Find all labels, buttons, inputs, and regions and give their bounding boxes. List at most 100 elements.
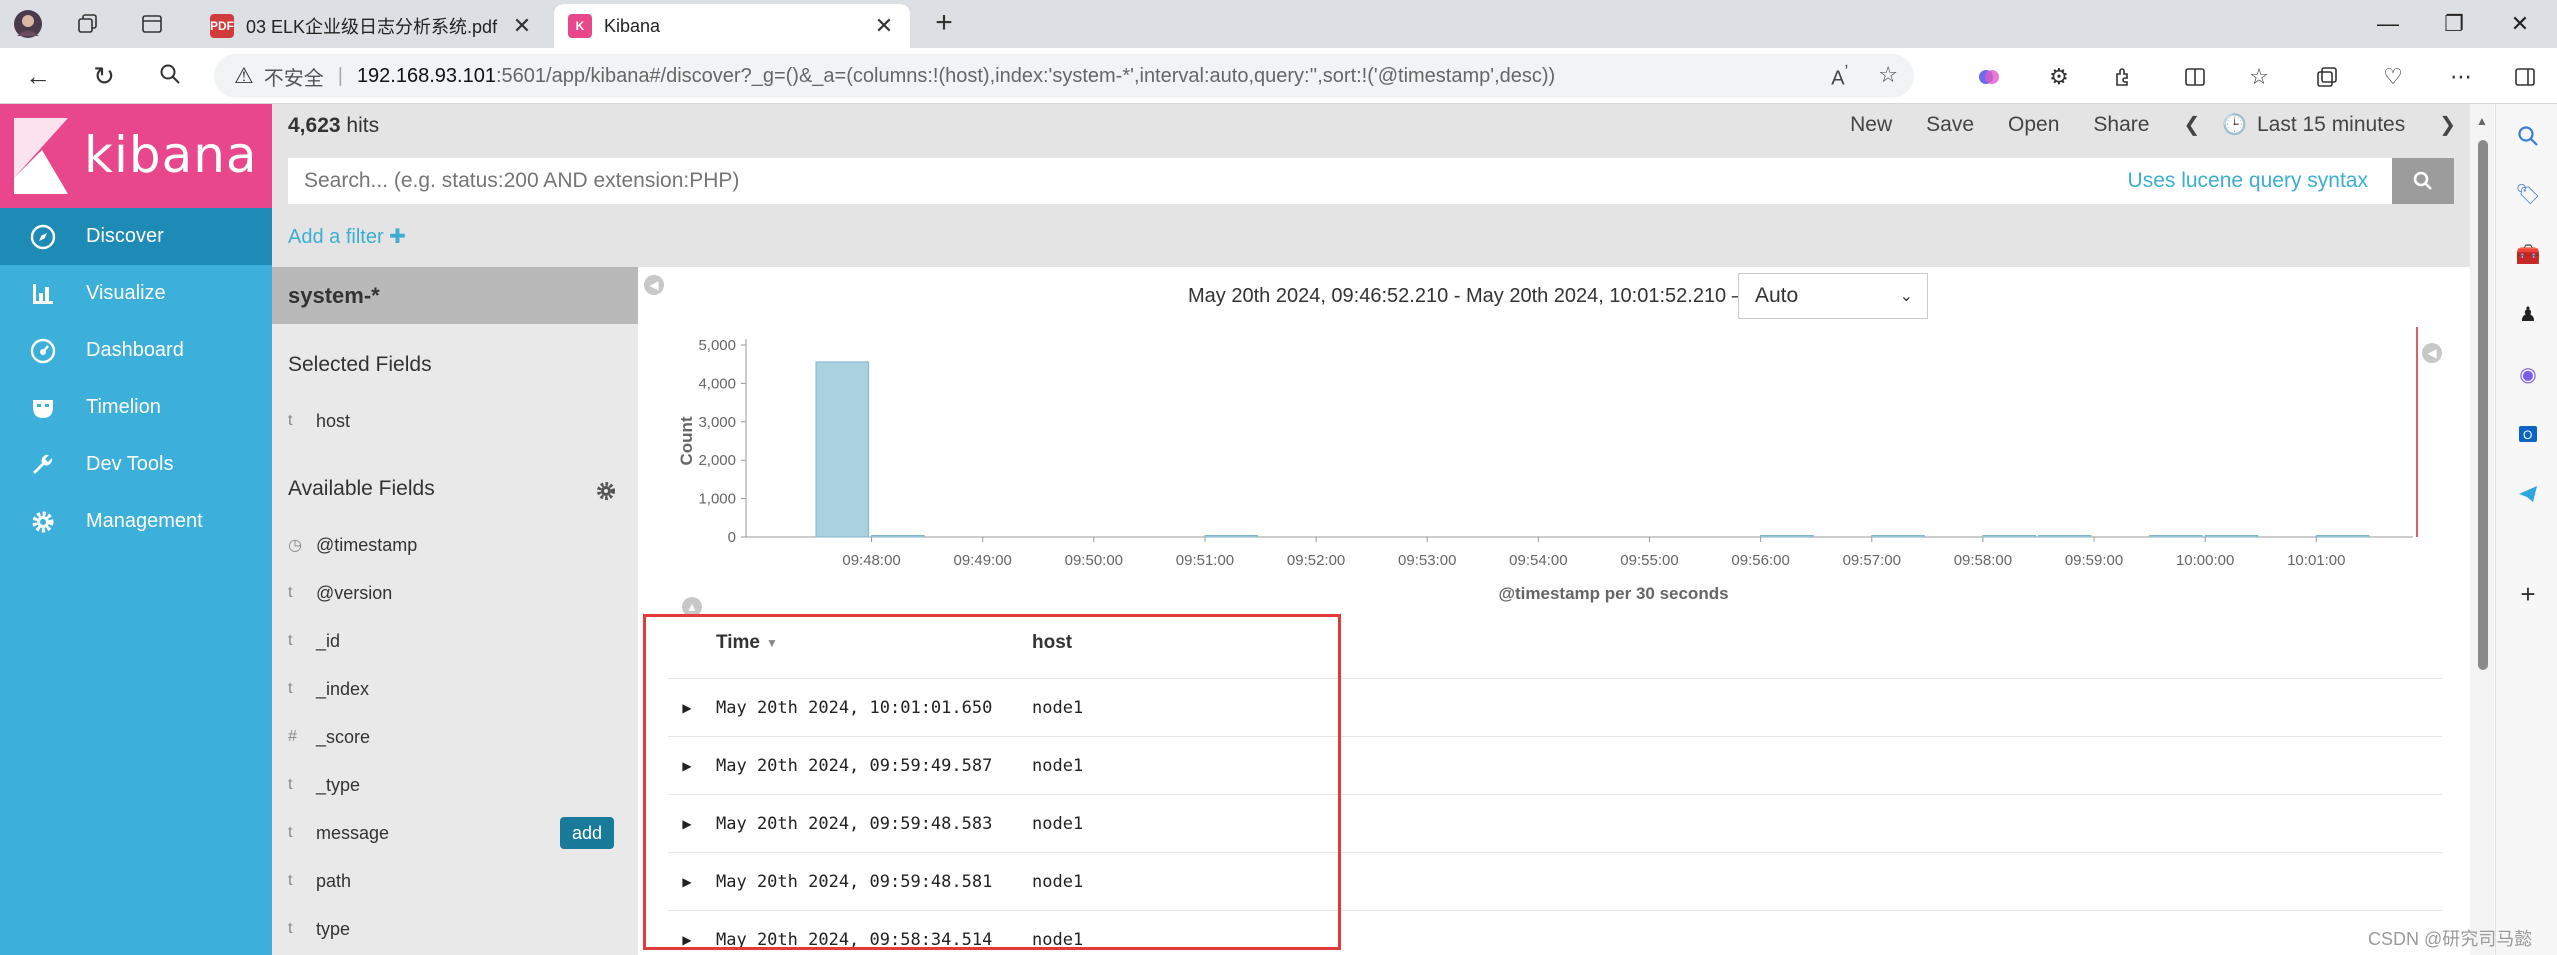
- split-screen-icon[interactable]: [2180, 62, 2210, 92]
- collapse-sidebar-icon[interactable]: ◀: [644, 275, 664, 295]
- restore-button[interactable]: ❐: [2434, 8, 2474, 40]
- y-tick-label: 3,000: [698, 414, 736, 431]
- table-row[interactable]: ▶ May 20th 2024, 09:58:34.514 node1: [668, 910, 2442, 955]
- close-window-button[interactable]: ✕: [2500, 8, 2540, 40]
- outlook-icon[interactable]: O: [2514, 420, 2542, 448]
- openai-icon[interactable]: ⚙: [2044, 62, 2074, 92]
- lucene-syntax-link[interactable]: Uses lucene query syntax: [2128, 169, 2368, 193]
- cell-host: node1: [1032, 813, 1084, 834]
- sidebar-search-icon[interactable]: [2514, 122, 2542, 150]
- nav-dashboard[interactable]: Dashboard: [0, 322, 272, 379]
- browser-essentials-icon[interactable]: ♡: [2378, 62, 2408, 92]
- share-button[interactable]: Share: [2093, 113, 2149, 137]
- url-path: :5601/app/kibana#/discover?_g=()&_a=(col…: [495, 64, 1556, 87]
- field-item-type-underscore[interactable]: t _type: [288, 765, 628, 805]
- search-input[interactable]: [288, 158, 2396, 204]
- nav-visualize[interactable]: Visualize: [0, 265, 272, 322]
- kibana-logo[interactable]: kibana: [0, 104, 272, 208]
- expand-row-icon[interactable]: ▶: [668, 701, 706, 715]
- vertical-tabs-icon[interactable]: [136, 8, 168, 40]
- column-header-time[interactable]: Time ▼: [716, 618, 778, 668]
- search-submit-button[interactable]: [2392, 158, 2454, 204]
- read-aloud-icon[interactable]: Aʼ: [1831, 62, 1848, 91]
- string-type-icon: t: [288, 680, 293, 697]
- add-field-button[interactable]: add: [559, 817, 614, 849]
- more-menu-icon[interactable]: ⋯: [2446, 62, 2476, 92]
- close-tab-icon[interactable]: ✕: [510, 13, 534, 39]
- minimize-button[interactable]: —: [2368, 8, 2408, 40]
- nav-dev-tools[interactable]: Dev Tools: [0, 436, 272, 493]
- field-item-timestamp[interactable]: ◷ @timestamp: [288, 525, 628, 565]
- games-icon[interactable]: ♟: [2514, 300, 2542, 328]
- time-picker-button[interactable]: 🕒 Last 15 minutes: [2222, 112, 2405, 137]
- close-tab-icon[interactable]: ✕: [872, 13, 896, 39]
- new-tab-button[interactable]: +: [926, 6, 962, 40]
- cell-time: May 20th 2024, 09:58:34.514: [716, 929, 993, 950]
- profile-avatar[interactable]: [12, 8, 44, 40]
- url-bar[interactable]: ⚠ 不安全 | 192.168.93.101 :5601/app/kibana#…: [214, 54, 1914, 98]
- search-icon[interactable]: [152, 60, 188, 92]
- field-item-index[interactable]: t _index: [288, 669, 628, 709]
- warning-icon[interactable]: ⚠: [234, 63, 254, 89]
- expand-row-icon[interactable]: ▶: [668, 759, 706, 773]
- field-item-message[interactable]: t message add: [288, 813, 628, 853]
- string-type-icon: t: [288, 412, 293, 429]
- y-axis-label: Count: [677, 416, 696, 465]
- field-item-id[interactable]: t _id: [288, 621, 628, 661]
- nav-timelion[interactable]: Timelion: [0, 379, 272, 436]
- cell-time: May 20th 2024, 09:59:49.587: [716, 755, 993, 776]
- toggle-chart-icon[interactable]: ▲: [682, 597, 702, 617]
- browser-tabbar: PDF 03 ELK企业级日志分析系统.pdf ✕ K Kibana ✕ + —…: [0, 0, 2557, 48]
- favorites-icon[interactable]: ☆: [2244, 62, 2274, 92]
- kibana-favicon-icon: K: [568, 14, 592, 38]
- index-pattern-selector[interactable]: system-*: [272, 267, 638, 324]
- save-button[interactable]: Save: [1926, 113, 1974, 137]
- field-item-path[interactable]: t path: [288, 861, 628, 901]
- field-item-score[interactable]: # _score: [288, 717, 628, 757]
- sort-desc-icon[interactable]: ▼: [766, 636, 778, 650]
- field-settings-gear-icon[interactable]: [594, 479, 618, 503]
- expand-row-icon[interactable]: ▶: [668, 875, 706, 889]
- tools-briefcase-icon[interactable]: 🧰: [2514, 240, 2542, 268]
- collections-icon[interactable]: [2312, 62, 2342, 92]
- field-item-type[interactable]: t type: [288, 909, 628, 949]
- workspaces-icon[interactable]: [72, 8, 104, 40]
- field-item-host[interactable]: t host: [288, 401, 628, 441]
- column-header-host[interactable]: host: [1032, 618, 1072, 668]
- table-row[interactable]: ▶ May 20th 2024, 09:59:49.587 node1: [668, 736, 2442, 794]
- copilot-icon[interactable]: [1974, 62, 2004, 92]
- back-button[interactable]: ←: [20, 60, 56, 92]
- histogram-bar: [1204, 535, 1259, 538]
- new-button[interactable]: New: [1850, 113, 1892, 137]
- tab-pdf[interactable]: PDF 03 ELK企业级日志分析系统.pdf ✕: [196, 4, 548, 48]
- add-filter-link[interactable]: Add a filter ✚: [288, 224, 406, 249]
- office-icon[interactable]: ◉: [2514, 360, 2542, 388]
- table-row[interactable]: ▶ May 20th 2024, 09:59:48.583 node1: [668, 794, 2442, 852]
- add-sidebar-app-icon[interactable]: +: [2514, 579, 2542, 609]
- scroll-up-icon[interactable]: ▲: [2476, 114, 2488, 128]
- extensions-icon[interactable]: [2108, 62, 2138, 92]
- x-tick-label: 09:56:00: [1731, 552, 1789, 569]
- favorite-star-icon[interactable]: ☆: [1878, 62, 1898, 91]
- kibana-nav: kibana Discover Visualize Dashboard Time…: [0, 104, 272, 955]
- shopping-tag-icon[interactable]: 🏷: [2514, 180, 2542, 208]
- expand-row-icon[interactable]: ▶: [668, 933, 706, 947]
- scrollbar-thumb[interactable]: [2478, 140, 2488, 670]
- time-next-icon[interactable]: ❯: [2439, 112, 2456, 137]
- time-prev-icon[interactable]: ❮: [2183, 112, 2200, 137]
- nav-management[interactable]: Management: [0, 493, 272, 550]
- histogram-bar: [2149, 535, 2203, 538]
- table-row[interactable]: ▶ May 20th 2024, 09:59:48.581 node1: [668, 852, 2442, 910]
- expand-row-icon[interactable]: ▶: [668, 817, 706, 831]
- interval-select[interactable]: Auto ⌄: [1738, 273, 1928, 319]
- plus-icon: ✚: [389, 226, 406, 248]
- telegram-icon[interactable]: [2514, 480, 2542, 508]
- sidebar-toggle-icon[interactable]: [2510, 62, 2540, 92]
- nav-discover[interactable]: Discover: [0, 208, 272, 265]
- tab-kibana[interactable]: K Kibana ✕: [554, 4, 910, 48]
- reload-button[interactable]: ↻: [86, 60, 122, 92]
- table-row[interactable]: ▶ May 20th 2024, 10:01:01.650 node1: [668, 678, 2442, 736]
- page-scrollbar[interactable]: ▲: [2470, 104, 2494, 955]
- open-button[interactable]: Open: [2008, 113, 2059, 137]
- field-item-version[interactable]: t @version: [288, 573, 628, 613]
